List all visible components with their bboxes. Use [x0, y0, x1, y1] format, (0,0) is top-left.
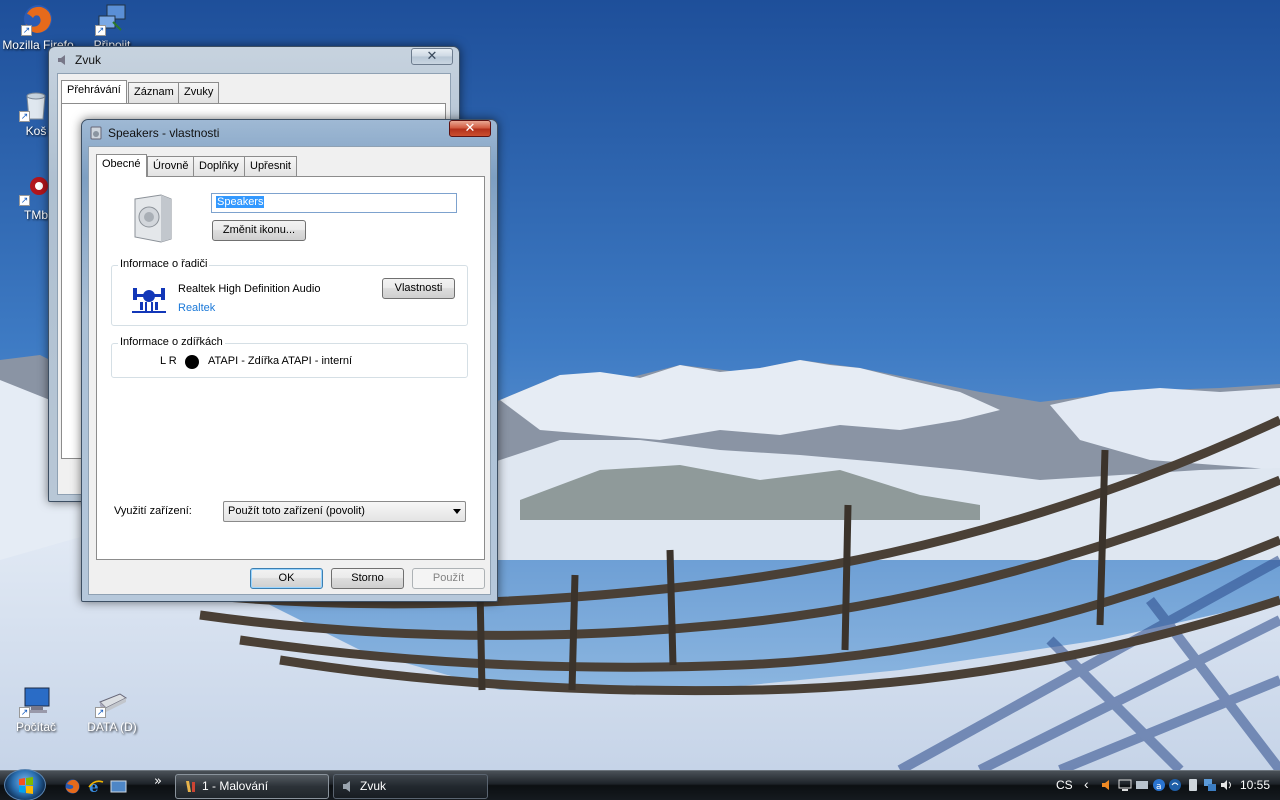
- clock[interactable]: 10:55: [1240, 778, 1270, 792]
- wireless-icon[interactable]: [1168, 778, 1182, 792]
- change-icon-button[interactable]: Změnit ikonu...: [212, 220, 306, 241]
- task-button-sound[interactable]: Zvuk: [333, 774, 488, 799]
- tab-sounds[interactable]: Zvuky: [178, 82, 220, 103]
- desktop-icon-computer[interactable]: ↗ Počítač: [0, 684, 72, 734]
- jack-channels: L R: [160, 355, 177, 367]
- messenger-icon[interactable]: a: [1152, 778, 1166, 792]
- sound-window-titlebar[interactable]: Zvuk ✕: [49, 47, 459, 73]
- network-connect-icon: ↗: [95, 2, 129, 36]
- network-icon[interactable]: [1203, 778, 1217, 792]
- svg-text:a: a: [1156, 782, 1162, 792]
- jack-info-legend: Informace o zdířkách: [118, 336, 225, 348]
- desktop-icon-data-drive[interactable]: ↗ DATA (D): [76, 684, 148, 734]
- tray-show-hidden-chevron[interactable]: ‹: [1084, 776, 1089, 792]
- windows-logo-icon: [19, 777, 33, 794]
- general-tab-panel: Speakers Změnit ikonu... Informace o řad…: [96, 176, 485, 560]
- internet-explorer-icon[interactable]: e: [87, 778, 104, 796]
- controller-properties-button[interactable]: Vlastnosti: [382, 278, 455, 299]
- firefox-icon: ↗: [21, 2, 55, 36]
- speakers-dialog-titlebar[interactable]: Speakers - vlastnosti ✕: [82, 120, 497, 146]
- taskbar: e » 1 - Malování Zvuk CS ‹ a 10:55: [0, 769, 1280, 800]
- sound-window-title: Zvuk: [75, 53, 102, 67]
- speakers-properties-dialog[interactable]: Speakers - vlastnosti ✕ Obecné Úrovně Do…: [81, 119, 498, 602]
- tab-enhancements[interactable]: Doplňky: [193, 156, 245, 177]
- tab-levels[interactable]: Úrovně: [147, 156, 195, 177]
- realtek-crab-icon: [132, 282, 166, 314]
- apply-button[interactable]: Použít: [412, 568, 485, 589]
- device-usage-select[interactable]: Použít toto zařízení (povolit): [223, 501, 466, 522]
- chevron-down-icon: [453, 509, 461, 514]
- tab-playback[interactable]: Přehrávání: [61, 80, 127, 103]
- driver-name: Realtek High Definition Audio: [178, 283, 321, 295]
- hard-drive-icon: ↗: [95, 684, 129, 718]
- controller-info-legend: Informace o řadiči: [118, 258, 210, 270]
- close-button[interactable]: ✕: [411, 48, 453, 65]
- desktop-icon-label: DATA (D): [87, 720, 137, 734]
- speaker-icon: [89, 126, 103, 140]
- task-button-paint[interactable]: 1 - Malování: [175, 774, 329, 799]
- controller-info-group: Informace o řadiči Realtek High Definiti…: [111, 258, 468, 326]
- speaker-icon: [56, 53, 70, 67]
- speakers-dialog-title: Speakers - vlastnosti: [108, 126, 220, 140]
- speakers-dialog-client: Obecné Úrovně Doplňky Upřesnit Speakers …: [88, 146, 491, 595]
- paint-icon: [183, 779, 198, 794]
- tab-recording[interactable]: Záznam: [128, 82, 180, 103]
- volume-icon[interactable]: [1220, 778, 1234, 792]
- task-label: 1 - Malování: [202, 779, 269, 793]
- tab-general[interactable]: Obecné: [96, 154, 147, 177]
- jack-info-group: Informace o zdířkách L R ATAPI - Zdířka …: [111, 336, 468, 378]
- speaker-icon: [341, 779, 356, 794]
- close-button[interactable]: ✕: [449, 120, 491, 137]
- jack-description: ATAPI - Zdířka ATAPI - interní: [208, 355, 353, 367]
- device-usage-label: Využití zařízení:: [114, 505, 192, 517]
- desktop-icon-firefox[interactable]: ↗ Mozilla Firefo: [2, 2, 74, 52]
- show-desktop-icon[interactable]: [110, 778, 127, 795]
- cancel-button[interactable]: Storno: [331, 568, 404, 589]
- device-name-field[interactable]: Speakers: [211, 193, 457, 213]
- desktop-icon-connect[interactable]: ↗ Připojit: [76, 2, 148, 52]
- firefox-icon[interactable]: [64, 778, 81, 795]
- ok-button[interactable]: OK: [250, 568, 323, 589]
- audio-manager-icon[interactable]: [1100, 778, 1114, 792]
- speaker-device-icon: [131, 193, 175, 243]
- monitor-icon[interactable]: [1135, 778, 1149, 792]
- desktop-icon-label: Počítač: [15, 720, 57, 734]
- device-usage-selected: Použít toto zařízení (povolit): [228, 505, 365, 517]
- language-indicator[interactable]: CS: [1056, 778, 1073, 792]
- start-button[interactable]: [4, 769, 46, 800]
- device-name-text: Speakers: [216, 196, 265, 208]
- task-label: Zvuk: [360, 779, 387, 793]
- computer-icon: ↗: [19, 684, 53, 718]
- quick-launch-overflow-chevron[interactable]: »: [154, 774, 162, 789]
- phone-icon[interactable]: [1186, 778, 1200, 792]
- jack-color-dot: [185, 355, 199, 369]
- vendor-link[interactable]: Realtek: [178, 302, 215, 314]
- tab-advanced[interactable]: Upřesnit: [244, 156, 297, 177]
- network-monitor-icon[interactable]: [1118, 778, 1132, 792]
